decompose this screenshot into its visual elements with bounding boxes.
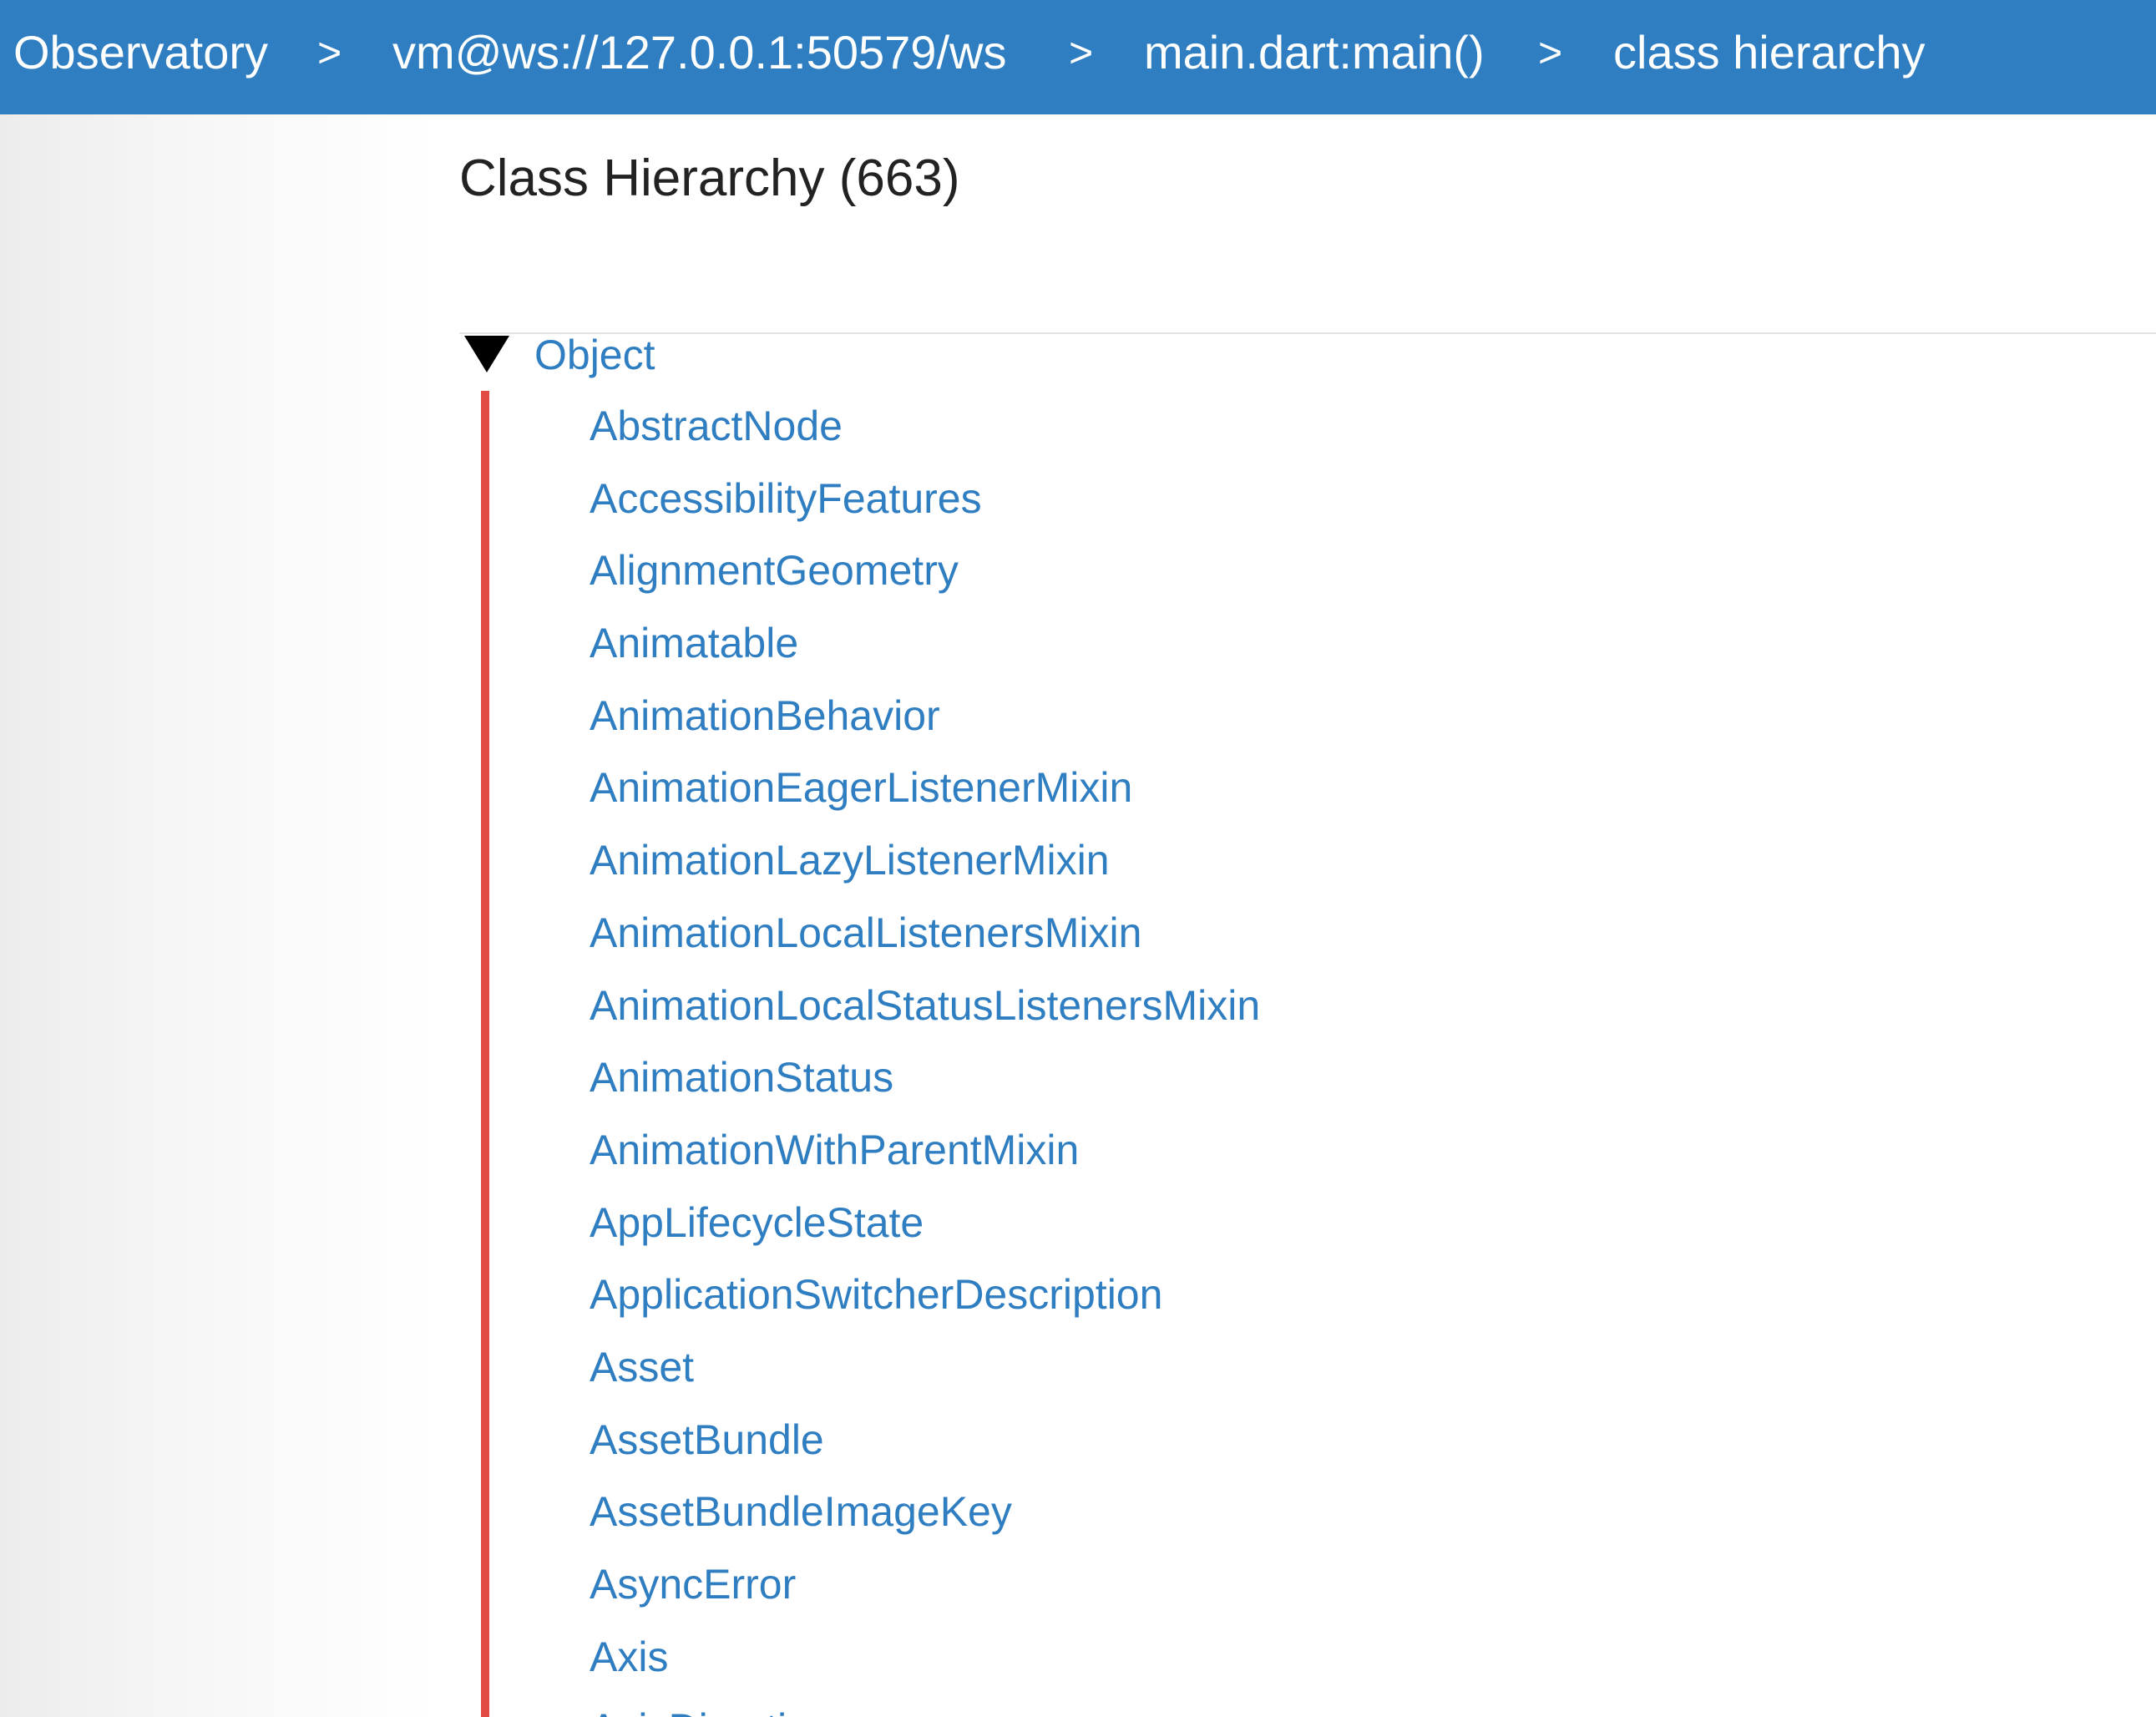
list-item: AnimationWithParentMixin xyxy=(590,1120,1260,1193)
class-link[interactable]: AnimationLocalListenersMixin xyxy=(590,909,1141,956)
list-item: AssetBundleImageKey xyxy=(590,1481,1260,1554)
list-item: AccessibilityFeatures xyxy=(590,469,1260,541)
list-item: Animatable xyxy=(590,613,1260,686)
list-item: AnimationBehavior xyxy=(590,686,1260,758)
class-link[interactable]: AxisDirection xyxy=(590,1705,833,1717)
class-link[interactable]: AppLifecycleState xyxy=(590,1199,924,1246)
left-gutter-shade xyxy=(0,114,434,1717)
divider xyxy=(459,332,2156,334)
list-item: AnimationLocalStatusListenersMixin xyxy=(590,975,1260,1048)
list-item: AppLifecycleState xyxy=(590,1193,1260,1265)
list-item: AnimationStatus xyxy=(590,1047,1260,1120)
class-link[interactable]: ApplicationSwitcherDescription xyxy=(590,1271,1162,1318)
class-link[interactable]: AnimationLocalStatusListenersMixin xyxy=(590,982,1260,1029)
class-link[interactable]: Axis xyxy=(590,1633,668,1680)
breadcrumb-observatory[interactable]: Observatory xyxy=(13,0,268,105)
class-link[interactable]: Animatable xyxy=(590,620,798,666)
breadcrumb-separator: > xyxy=(1069,29,1094,76)
list-item: AbstractNode xyxy=(590,396,1260,469)
list-item: AsyncError xyxy=(590,1554,1260,1627)
class-link[interactable]: Asset xyxy=(590,1344,694,1390)
list-item: ApplicationSwitcherDescription xyxy=(590,1264,1260,1337)
tree-root-object-link[interactable]: Object xyxy=(534,331,655,379)
page-title: Class Hierarchy (663) xyxy=(459,149,960,207)
class-link[interactable]: AnimationBehavior xyxy=(590,692,940,739)
breadcrumb-separator: > xyxy=(1538,29,1563,76)
class-link[interactable]: AssetBundle xyxy=(590,1416,824,1463)
breadcrumb-isolate[interactable]: main.dart:main() xyxy=(1144,0,1485,105)
list-item: AnimationLazyListenerMixin xyxy=(590,830,1260,903)
class-link[interactable]: AsyncError xyxy=(590,1561,796,1608)
list-item: AssetBundle xyxy=(590,1410,1260,1482)
class-link[interactable]: AnimationEagerListenerMixin xyxy=(590,764,1132,811)
tree-branch-line xyxy=(481,391,489,1717)
class-children-list: AbstractNode AccessibilityFeatures Alignme… xyxy=(590,396,1260,1717)
class-link[interactable]: AssetBundleImageKey xyxy=(590,1488,1012,1535)
list-item: AxisDirection xyxy=(590,1699,1260,1717)
breadcrumb-separator: > xyxy=(317,29,342,76)
list-item: AlignmentGeometry xyxy=(590,540,1260,613)
list-item: Axis xyxy=(590,1627,1260,1699)
breadcrumb-vm[interactable]: vm@ws://127.0.0.1:50579/ws xyxy=(392,0,1006,105)
class-link[interactable]: AnimationWithParentMixin xyxy=(590,1127,1079,1173)
class-link[interactable]: AlignmentGeometry xyxy=(590,547,959,594)
list-item: AnimationLocalListenersMixin xyxy=(590,903,1260,975)
breadcrumb-class-hierarchy[interactable]: class hierarchy xyxy=(1613,0,1925,105)
class-link[interactable]: AccessibilityFeatures xyxy=(590,475,982,522)
observatory-page: Observatory > vm@ws://127.0.0.1:50579/ws… xyxy=(0,0,2156,1717)
top-navbar: Observatory > vm@ws://127.0.0.1:50579/ws… xyxy=(0,0,2156,114)
class-link[interactable]: AnimationLazyListenerMixin xyxy=(590,837,1110,884)
class-link[interactable]: AnimationStatus xyxy=(590,1054,893,1101)
expand-triangle-icon[interactable] xyxy=(464,336,509,372)
class-link[interactable]: AbstractNode xyxy=(590,403,843,449)
list-item: AnimationEagerListenerMixin xyxy=(590,757,1260,830)
list-item: Asset xyxy=(590,1337,1260,1410)
